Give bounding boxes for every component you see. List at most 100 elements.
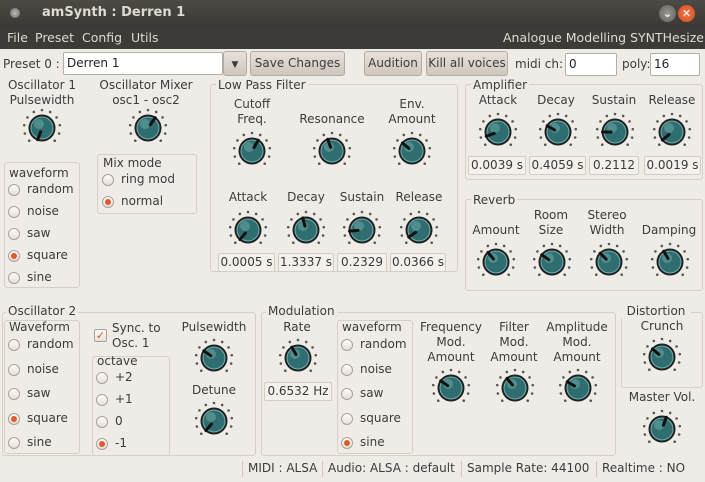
amp-attack-knob[interactable] [478,112,518,152]
osc2-waveform-option-label: square [27,410,68,425]
window-menu-icon[interactable] [10,8,20,18]
osc2-pulsewidth-knob[interactable] [194,338,234,378]
osc1-waveform-radio-saw[interactable] [8,228,20,240]
lpf-env-amount-knob[interactable] [392,131,432,171]
modulation-waveform-option-label: random [360,337,407,351]
reverb-stereo-width-label: Stereo Width [587,208,627,237]
polyphony-spinner[interactable]: 16 [650,53,700,76]
freq-mod-amount-knob[interactable] [431,368,471,408]
knob-graphic [399,210,439,245]
modulation-waveform-option-label: noise [360,361,392,376]
reverb-damping-knob[interactable] [650,242,690,282]
window-title: amSynth : Derren 1 [42,5,186,20]
menu-preset[interactable]: Preset [35,30,74,45]
master-volume-knob[interactable] [642,409,682,449]
status-sample-rate: Sample Rate: 44100 [467,461,590,475]
osc2-waveform-radio-noise[interactable] [8,363,20,376]
amp-sustain-knob[interactable] [595,112,635,152]
osc1-waveform-radio-noise[interactable] [8,206,20,218]
lpf-env-amount-label: Env. Amount [388,97,436,126]
lpf-sustain-knob[interactable] [342,210,382,250]
knob-graphic [650,242,690,277]
knob-graphic [232,131,272,166]
amp-decay-knob[interactable] [538,112,578,152]
osc2-waveform-radio-random[interactable] [8,339,20,351]
menu-utils[interactable]: Utils [131,30,159,45]
mix-mode-radio-ring-mod[interactable] [102,174,114,186]
osc1-waveform-radio-random[interactable] [8,184,20,196]
midi-channel-spinner[interactable]: 0 [565,53,617,76]
modulation-waveform-radio-square[interactable] [341,412,353,425]
preset-name-input[interactable]: Derren 1 [63,52,223,75]
menu-config[interactable]: Config [82,30,122,45]
knob-graphic [431,368,471,403]
osc2-detune-knob[interactable] [194,401,234,441]
knob-graphic [312,131,352,166]
distortion-title: Distortion [621,304,691,318]
status-separator [596,461,597,477]
octave-radio-1[interactable] [96,438,108,450]
knob-graphic [128,108,168,143]
amp-title: Amplifier [471,78,530,92]
modulation-rate-knob[interactable] [278,338,318,378]
reverb-title: Reverb [471,193,518,207]
modulation-waveform-radio-sine[interactable] [341,437,353,449]
lpf-resonance-knob[interactable] [312,131,352,171]
knob-graphic [392,131,432,166]
osc1-waveform-option-label: saw [27,226,51,240]
osc-mixer-knob[interactable] [128,108,168,148]
osc1-waveform-radio-square[interactable] [8,250,20,262]
octave-label: octave [97,354,138,368]
lpf-release-knob[interactable] [399,210,439,250]
amp-decay-label: Decay [537,93,575,107]
modulation-waveform-radio-saw[interactable] [341,388,353,400]
modulation-waveform-label: waveform [342,320,402,334]
sync-osc1-checkbox[interactable]: ✓ [94,329,107,342]
osc2-waveform-radio-saw[interactable] [8,388,20,400]
reverb-damping-label: Damping [641,223,697,237]
osc1-pulsewidth-knob[interactable] [22,108,62,148]
osc2-pulsewidth-label: Pulsewidth [181,320,247,334]
filter-mod-amount-knob[interactable] [495,368,535,408]
amp-sustain-label: Sustain [591,93,637,107]
amp-release-knob[interactable] [652,112,692,152]
octave-radio-2[interactable] [96,372,108,384]
osc1-waveform-option-label: square [27,248,68,262]
distortion-crunch-knob[interactable] [642,337,682,377]
status-separator [322,461,323,477]
osc1-waveform-radio-sine[interactable] [8,272,20,284]
mixer-title: Oscillator Mixer [99,78,193,92]
osc2-waveform-radio-sine[interactable] [8,437,20,449]
menu-file[interactable]: File [7,30,28,45]
lpf-decay-value: 1.3337 s [278,253,334,272]
audition-button[interactable]: Audition [364,51,422,76]
amp-decay-value: 0.4059 s [529,156,586,175]
close-icon[interactable]: ✕ [678,5,695,22]
lpf-cutoff-knob[interactable] [232,131,272,171]
filter-mod-amount-label: Filter Mod. Amount [490,320,538,364]
status-separator [461,461,462,477]
minimize-icon[interactable]: ⌄ [659,5,676,22]
modulation-waveform-option-label: sine [360,435,385,449]
reverb-room-size-knob[interactable] [532,242,572,282]
osc2-waveform-radio-square[interactable] [8,412,20,425]
octave-radio-1[interactable] [96,394,108,406]
modulation-rate-value: 0.6532 Hz [264,382,332,401]
osc2-waveform-option-label: saw [27,386,51,400]
octave-radio-0[interactable] [96,416,108,428]
knob-graphic [22,108,62,143]
osc2-waveform-option-label: random [27,337,74,351]
preset-dropdown-button[interactable]: ▼ [223,51,247,76]
lpf-decay-knob[interactable] [286,210,326,250]
kill-all-voices-button[interactable]: Kill all voices [426,51,508,76]
mix-mode-radio-normal[interactable] [102,196,114,208]
reverb-amount-knob[interactable] [476,242,516,282]
save-changes-button[interactable]: Save Changes [250,51,345,76]
reverb-stereo-width-knob[interactable] [589,242,629,282]
amp-mod-amount-knob[interactable] [558,368,598,408]
modulation-waveform-radio-noise[interactable] [341,363,353,376]
modulation-waveform-option-label: square [360,410,401,425]
osc1-title: Oscillator 1 [7,78,77,92]
modulation-waveform-radio-random[interactable] [341,339,353,351]
lpf-attack-knob[interactable] [228,210,268,250]
